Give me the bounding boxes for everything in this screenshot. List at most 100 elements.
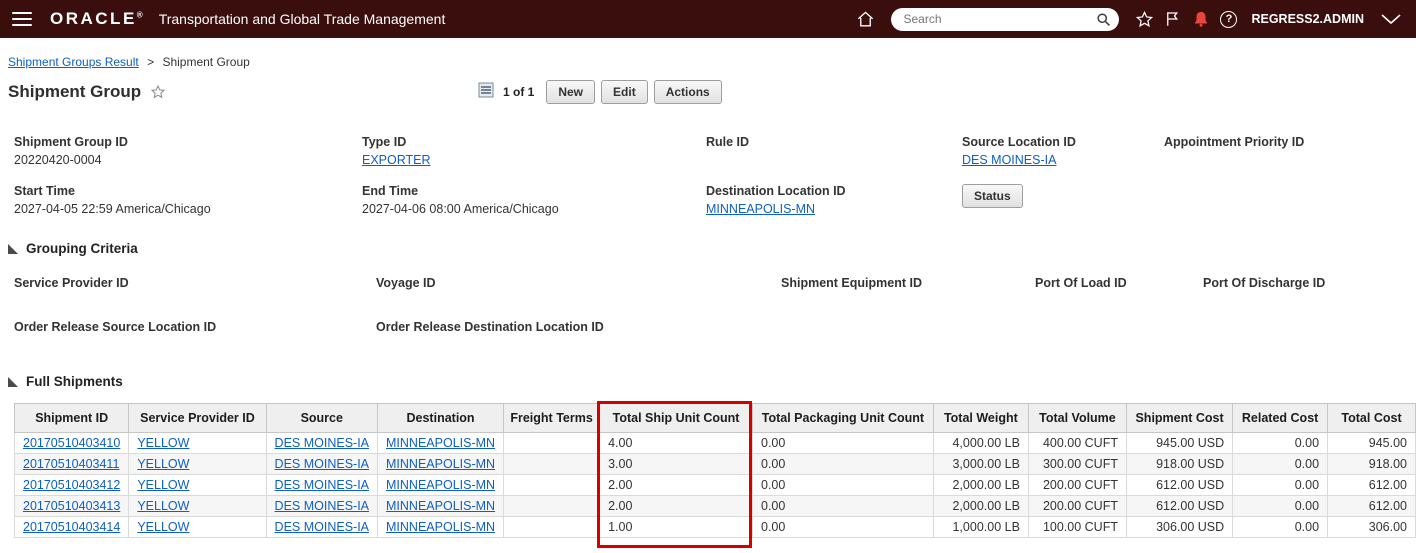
cell-shipment-cost: 918.00 USD (1125, 453, 1234, 475)
field-label: Service Provider ID (14, 276, 129, 290)
cell-shipment-id: 20170510403412 (13, 474, 130, 496)
favorite-star-icon[interactable] (150, 84, 166, 100)
field-end-time: End Time 2027-04-06 08:00 America/Chicag… (362, 184, 706, 217)
field-value (1164, 153, 1416, 168)
service-provider-id-link[interactable]: YELLOW (137, 499, 189, 513)
favorites-icon[interactable] (1135, 10, 1154, 29)
field-type-id: Type ID EXPORTER (362, 135, 706, 168)
pager-icon[interactable] (478, 82, 494, 103)
shipment-id-link[interactable]: 20170510403414 (23, 520, 120, 534)
cell-total-ship-unit-count: 3.00 (599, 453, 753, 475)
destination-link[interactable]: MINNEAPOLIS-MN (386, 478, 495, 492)
actions-button[interactable]: Actions (653, 80, 722, 104)
table-row: 20170510403412 YELLOW DES MOINES-IA MINNEAP… (13, 474, 1416, 496)
cell-total-packaging-unit-count: 0.00 (752, 453, 934, 475)
notifications-bell-icon[interactable] (1192, 10, 1210, 28)
table-row: 20170510403411 YELLOW DES MOINES-IA MINNEAP… (13, 453, 1416, 475)
section-title: Full Shipments (26, 374, 123, 389)
shipment-id-link[interactable]: 20170510403411 (23, 457, 119, 471)
chevron-down-icon[interactable] (1380, 13, 1402, 25)
cell-source: DES MOINES-IA (265, 516, 379, 538)
cell-source: DES MOINES-IA (265, 495, 379, 517)
field-label: Start Time (14, 184, 75, 198)
service-provider-id-link[interactable]: YELLOW (137, 436, 189, 450)
cell-service-provider-id: YELLOW (128, 453, 267, 475)
destination-location-link[interactable]: MINNEAPOLIS-MN (706, 202, 815, 216)
column-header-service-provider-id: Service Provider ID (128, 403, 267, 433)
field-label: End Time (362, 184, 419, 198)
field-order-release-destination-location-id: Order Release Destination Location ID (376, 320, 781, 350)
search-input[interactable] (891, 7, 1120, 31)
field-label: Shipment Equipment ID (781, 276, 922, 290)
home-icon[interactable] (856, 10, 875, 29)
column-header-total-volume: Total Volume (1027, 403, 1127, 433)
cell-service-provider-id: YELLOW (128, 495, 267, 517)
search-icon[interactable] (1096, 12, 1111, 32)
cell-total-volume: 400.00 CUFT (1027, 432, 1127, 454)
page: ORACLE® Transportation and Global Trade … (0, 0, 1416, 553)
service-provider-id-link[interactable]: YELLOW (137, 520, 189, 534)
destination-link[interactable]: MINNEAPOLIS-MN (386, 520, 495, 534)
cell-total-weight: 4,000.00 LB (932, 432, 1029, 454)
status-button[interactable]: Status (962, 184, 1023, 208)
oracle-logo: ORACLE® (50, 9, 143, 29)
field-voyage-id: Voyage ID (376, 276, 781, 306)
cell-freight-terms (503, 432, 601, 454)
column-header-total-cost: Total Cost (1327, 403, 1416, 433)
source-link[interactable]: DES MOINES-IA (275, 520, 369, 534)
service-provider-id-link[interactable]: YELLOW (137, 457, 189, 471)
table-row: 20170510403414 YELLOW DES MOINES-IA MINNEAP… (13, 516, 1416, 538)
breadcrumb-link[interactable]: Shipment Groups Result (8, 55, 139, 69)
grouping-criteria-header[interactable]: Grouping Criteria (8, 241, 1416, 256)
cell-total-cost: 612.00 (1327, 495, 1416, 517)
full-shipments-body: 20170510403410 YELLOW DES MOINES-IA MINNEAP… (13, 432, 1416, 538)
destination-link[interactable]: MINNEAPOLIS-MN (386, 499, 495, 513)
full-shipments-table-wrap: Shipment ID Service Provider ID Source Dest… (13, 400, 1416, 548)
full-shipments-header-row: Shipment ID Service Provider ID Source Dest… (13, 403, 1416, 433)
cell-source: DES MOINES-IA (265, 432, 379, 454)
full-shipments-header[interactable]: Full Shipments (8, 374, 1416, 389)
shipment-id-link[interactable]: 20170510403412 (23, 478, 120, 492)
type-id-link[interactable]: EXPORTER (362, 153, 431, 167)
help-icon[interactable]: ? (1220, 10, 1238, 28)
column-header-total-packaging-unit-count: Total Packaging Unit Count (752, 403, 934, 433)
cell-total-cost: 612.00 (1327, 474, 1416, 496)
cell-source: DES MOINES-IA (265, 474, 379, 496)
edit-button[interactable]: Edit (601, 80, 648, 104)
field-label: Type ID (362, 135, 407, 149)
source-link[interactable]: DES MOINES-IA (275, 457, 369, 471)
flag-icon[interactable] (1164, 10, 1182, 28)
destination-link[interactable]: MINNEAPOLIS-MN (386, 436, 495, 450)
field-value: 2027-04-05 22:59 America/Chicago (14, 202, 211, 216)
column-header-related-cost: Related Cost (1232, 403, 1329, 433)
source-location-link[interactable]: DES MOINES-IA (962, 153, 1056, 167)
cell-total-ship-unit-count: 2.00 (599, 474, 753, 496)
table-row: 20170510403410 YELLOW DES MOINES-IA MINNEAP… (13, 432, 1416, 454)
source-link[interactable]: DES MOINES-IA (275, 436, 369, 450)
column-header-source: Source (265, 403, 379, 433)
shipment-id-link[interactable]: 20170510403413 (23, 499, 120, 513)
user-menu[interactable]: REGRESS2.ADMIN (1251, 12, 1364, 26)
app-title: Transportation and Global Trade Manageme… (158, 11, 446, 27)
source-link[interactable]: DES MOINES-IA (275, 478, 369, 492)
detail-fields: Shipment Group ID 20220420-0004 Type ID … (0, 135, 1416, 217)
new-button[interactable]: New (546, 80, 596, 104)
cell-freight-terms (503, 516, 601, 538)
cell-shipment-id: 20170510403411 (13, 453, 130, 475)
section-collapse-icon[interactable] (8, 376, 18, 387)
cell-shipment-id: 20170510403414 (13, 516, 130, 538)
cell-service-provider-id: YELLOW (128, 474, 267, 496)
field-port-of-load-id: Port Of Load ID (1035, 276, 1203, 306)
full-shipments-table: Shipment ID Service Provider ID Source Dest… (13, 403, 1416, 538)
column-header-total-weight: Total Weight (932, 403, 1029, 433)
service-provider-id-link[interactable]: YELLOW (137, 478, 189, 492)
cell-destination: MINNEAPOLIS-MN (377, 495, 505, 517)
source-link[interactable]: DES MOINES-IA (275, 499, 369, 513)
section-collapse-icon[interactable] (8, 243, 18, 254)
destination-link[interactable]: MINNEAPOLIS-MN (386, 457, 495, 471)
shipment-id-link[interactable]: 20170510403410 (23, 436, 120, 450)
field-label: Port Of Discharge ID (1203, 276, 1326, 290)
menu-icon[interactable] (12, 12, 32, 26)
field-appointment-priority-id: Appointment Priority ID (1164, 135, 1416, 168)
oracle-logo-text: ORACLE (50, 9, 137, 28)
